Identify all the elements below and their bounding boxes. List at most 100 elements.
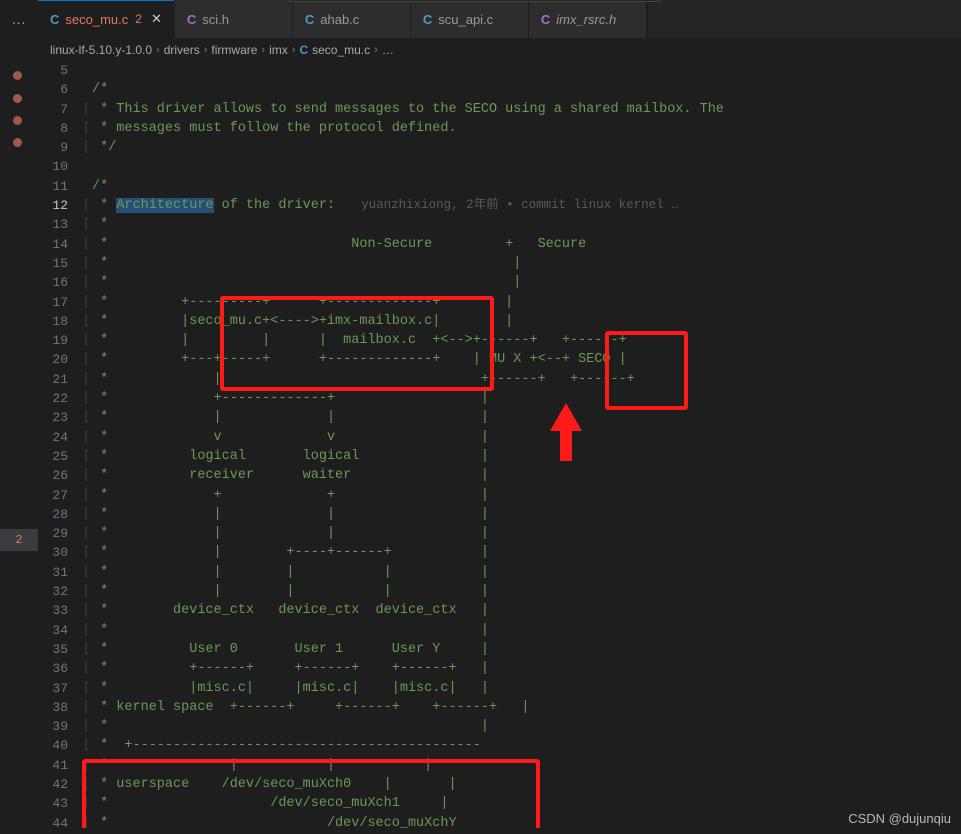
code-line[interactable]: 14 | * Non-Secure + Secure [38,235,961,254]
code-line[interactable]: 28 | * | | | [38,505,961,524]
indent-guide: | [82,584,91,600]
breadcrumb-item-root[interactable]: linux-lf-5.10.y-1.0.0 [50,43,152,57]
line-number: 28 [52,506,68,522]
code-line[interactable]: 6 /* [38,80,961,99]
line-number: 36 [52,661,68,677]
editor-vertical-scrollbar[interactable] [951,61,961,834]
line-number: 37 [52,680,68,696]
line-number: 19 [52,333,68,349]
code-line[interactable]: 42 | * userspace /dev/seco_muXch0 | | [38,775,961,794]
tab-scu_api-c[interactable]: C scu_api.c [410,0,529,38]
code-line[interactable]: 29 | * | | | [38,524,961,543]
breadcrumb-item-symbol[interactable]: … [382,43,394,57]
tab-seco_mu-c[interactable]: C seco_mu.c 2 ✕ [38,0,175,38]
code-text: * | | | | [92,564,489,580]
editor-tab-bar: … C seco_mu.c 2 ✕ C sci.h C ahab.c C scu… [0,0,961,38]
code-line[interactable]: 34 | * | [38,621,961,640]
code-line[interactable]: 40 | * +---------------------------------… [38,736,961,755]
code-line[interactable]: 26 | * receiver waiter | [38,466,961,485]
tab-error-badge: 2 [135,12,142,26]
line-number: 23 [52,410,68,426]
code-line[interactable]: 19 | * | | | mailbox.c +<-->+------+ +---… [38,331,961,350]
indent-guide: | [82,622,91,638]
breadcrumb-item-firmware[interactable]: firmware [211,43,257,57]
tab-ahab-c[interactable]: C ahab.c [292,0,411,38]
code-line[interactable]: 21 | * | +------+ +------+ [38,370,961,389]
code-line[interactable]: 11 /* [38,177,961,196]
ruler-marker-dot [13,94,22,103]
code-line[interactable]: 16 | * | [38,273,961,292]
code-line[interactable]: 43 | * /dev/seco_muXch1 | [38,794,961,813]
code-line[interactable]: 17 | * +---------+ +-------------+ | [38,293,961,312]
close-icon[interactable]: ✕ [151,11,162,27]
code-line[interactable]: 32 | * | | | | [38,582,961,601]
tab-label: imx_rsrc.h [556,11,617,27]
code-line[interactable]: 36 | * +------+ +------+ +------+ | [38,659,961,678]
code-line[interactable]: 37 | * |misc.c| |misc.c| |misc.c| | [38,679,961,698]
code-editor[interactable]: 5 6 /* 7 | * This driver allows to send mess… [38,61,961,834]
code-line[interactable]: 39 | * | [38,717,961,736]
indent-guide: | [82,796,91,812]
tab-bar-empty-area [646,0,961,38]
code-line[interactable]: 22 | * +-------------+ | [38,389,961,408]
line-number: 12 [52,198,68,214]
code-line[interactable]: 41 | * | | | [38,756,961,775]
code-text: * logical logical | [92,448,489,464]
indent-guide: | [82,217,91,233]
indent-guide: | [82,487,91,503]
minimap-error-count[interactable]: 2 [0,529,38,551]
code-text: * +-------------+ | [92,391,489,407]
indent-guide: | [82,391,91,407]
code-text: /* [92,82,109,98]
line-number: 18 [52,313,68,329]
line-number: 24 [52,429,68,445]
indent-guide: | [82,352,91,368]
breadcrumb-item-drivers[interactable]: drivers [164,43,200,57]
code-text: * | [92,275,522,291]
code-line[interactable]: 13 | * [38,215,961,234]
line-number: 39 [52,719,68,735]
code-line[interactable]: 7 | * This driver allows to send messages… [38,100,961,119]
line-number: 8 [60,120,68,136]
code-line[interactable]: 24 | * v v | [38,428,961,447]
code-line[interactable]: 10 [38,157,961,176]
line-number: 22 [52,391,68,407]
vscode-window: … C seco_mu.c 2 ✕ C sci.h C ahab.c C scu… [0,0,961,834]
code-text: * | | | [92,506,489,522]
line-number: 5 [60,63,68,78]
code-line[interactable]: 27 | * + + | [38,486,961,505]
overview-ruler-strip[interactable]: 2 [0,61,38,834]
code-line[interactable]: 18 | * |seco_mu.c+<---->+imx-mailbox.c| | [38,312,961,331]
code-line[interactable]: 9 | */ [38,138,961,157]
line-number: 34 [52,622,68,638]
code-line[interactable]: 8 | * messages must follow the protocol d… [38,119,961,138]
code-line[interactable]: 35 | * User 0 User 1 User Y | [38,640,961,659]
code-line[interactable]: 20 | * +---+-----+ +-------------+ | MU X… [38,350,961,369]
tab-label: scu_api.c [438,11,494,27]
tab-overflow-menu[interactable]: … [0,0,38,38]
code-line[interactable]: 23 | * | | | [38,408,961,427]
code-line[interactable]: 25 | * logical logical | [38,447,961,466]
code-line[interactable]: 15 | * | [38,254,961,273]
code-line[interactable]: 33 | * device_ctx device_ctx device_ctx | [38,601,961,620]
line-number: 35 [52,641,68,657]
code-text: * | [92,255,522,271]
indent-guide: | [82,719,91,735]
indent-guide: | [82,371,91,387]
code-line[interactable]: 12 | * Architecture of the driver: yuanzhi… [38,196,961,215]
tab-sci-h[interactable]: C sci.h [174,0,293,38]
code-line[interactable]: 38 | * kernel space +------+ +------+ +--… [38,698,961,717]
breadcrumb-item-imx[interactable]: imx [269,43,288,57]
code-line[interactable]: 5 [38,61,961,80]
c-file-icon: C [304,11,315,27]
code-line[interactable]: 30 | * | +----+------+ | [38,543,961,562]
line-number: 27 [52,487,68,503]
c-file-icon: C [50,11,60,27]
tab-imx_rsrc-h[interactable]: C imx_rsrc.h [528,0,647,38]
selected-word: Architecture [116,198,214,214]
code-line[interactable]: 31 | * | | | | [38,563,961,582]
line-number: 25 [52,448,68,464]
breadcrumb-item-file[interactable]: seco_mu.c [312,43,370,57]
git-blame-annotation[interactable]: yuanzhixiong, 2年前 • commit linux kernel … [335,196,679,215]
line-number: 26 [52,468,68,484]
